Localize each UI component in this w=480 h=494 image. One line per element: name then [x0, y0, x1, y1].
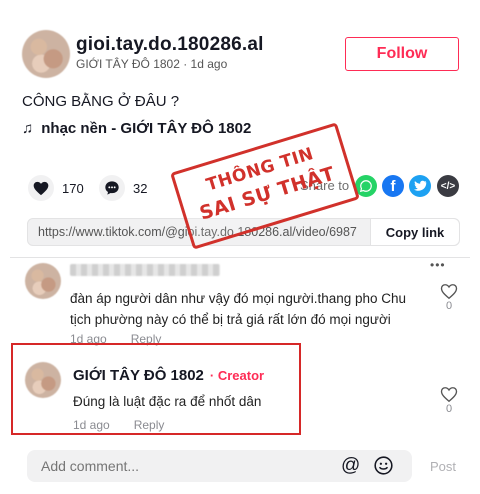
music-link[interactable]: ♫ nhạc nền - GIỚI TÂY ĐÔ 1802	[22, 120, 251, 137]
music-note-icon: ♫	[22, 120, 34, 137]
creator-badge: · Creator	[209, 368, 265, 383]
creator-reply-button[interactable]: Reply	[134, 418, 165, 432]
twitter-icon[interactable]	[409, 175, 431, 197]
post-author-avatar[interactable]	[22, 30, 70, 78]
facebook-icon[interactable]: f	[382, 175, 404, 197]
copy-link-button[interactable]: Copy link	[370, 219, 459, 245]
comment-input[interactable]	[41, 458, 321, 474]
more-options-icon[interactable]: •••	[430, 258, 446, 272]
heart-outline-icon	[440, 387, 458, 403]
like-button[interactable]: 170	[28, 175, 84, 201]
comment-avatar[interactable]	[25, 263, 61, 299]
creator-comment-name[interactable]: GIỚI TÂY ĐÔ 1802	[73, 367, 204, 384]
mention-icon[interactable]: @	[341, 455, 360, 477]
comment-icon	[99, 175, 125, 201]
comment-count: 32	[133, 180, 148, 196]
post-author-subline: GIỚI TÂY ĐÔ 1802 · 1d ago	[76, 57, 228, 71]
like-count: 170	[62, 180, 84, 196]
creator-comment-like-button[interactable]: 0	[440, 386, 458, 415]
creator-comment-time: 1d ago	[73, 418, 110, 432]
creator-comment-meta: 1d ago Reply	[73, 418, 164, 432]
emoji-icon[interactable]	[373, 455, 394, 481]
post-username[interactable]: gioi.tay.do.180286.al	[76, 34, 264, 56]
blurred-commenter-name[interactable]	[70, 264, 220, 276]
comment-bar: @	[27, 450, 412, 482]
comment-count-button[interactable]: 32	[99, 175, 147, 201]
comment-like-button[interactable]: 0	[440, 283, 458, 312]
music-label: nhạc nền - GIỚI TÂY ĐÔ 1802	[41, 120, 252, 137]
heart-outline-icon	[440, 284, 458, 300]
comment-text: đàn áp người dân như vậy đó mọi người.th…	[70, 291, 407, 327]
post-caption: CÔNG BẰNG Ở ĐÂU ?	[22, 93, 180, 110]
section-divider	[10, 257, 470, 258]
creator-comment-header: GIỚI TÂY ĐÔ 1802 · Creator	[73, 367, 264, 384]
creator-comment-like-count: 0	[445, 403, 453, 415]
embed-icon[interactable]: </>	[437, 175, 459, 197]
creator-comment-text: Đúng là luật đặc ra để nhốt dân	[73, 394, 262, 409]
post-comment-button[interactable]: Post	[430, 459, 456, 474]
creator-comment-avatar[interactable]	[25, 362, 61, 398]
follow-button[interactable]: Follow	[345, 37, 459, 71]
heart-icon	[28, 175, 54, 201]
comment-like-count: 0	[445, 300, 453, 312]
